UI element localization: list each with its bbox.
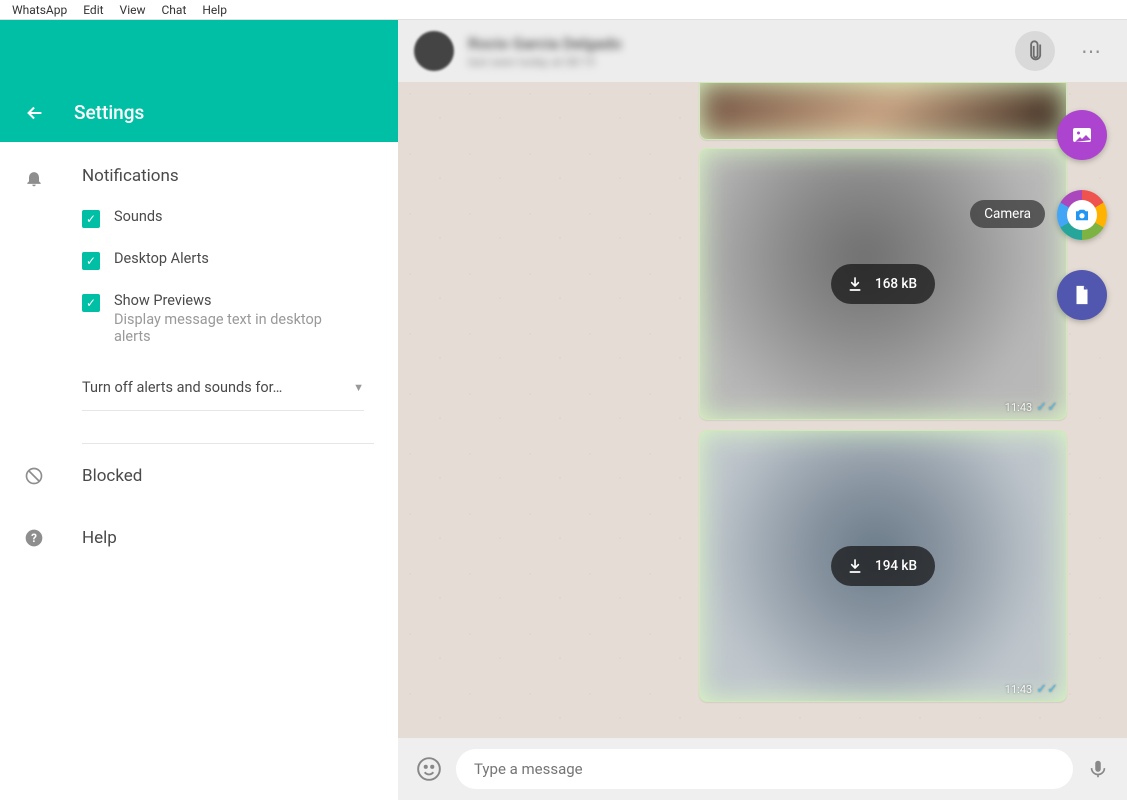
- settings-header: Settings: [0, 20, 398, 142]
- download-icon: [845, 274, 865, 294]
- show-previews-label: Show Previews: [114, 292, 354, 309]
- message-time: 11:43✓✓: [1005, 682, 1058, 697]
- download-button[interactable]: 194 kB: [831, 546, 935, 586]
- chevron-down-icon: ▼: [353, 381, 364, 394]
- menu-bar[interactable]: WhatsApp Edit View Chat Help: [0, 0, 1127, 20]
- download-button[interactable]: 168 kB: [831, 264, 935, 304]
- desktop-alerts-row[interactable]: ✓ Desktop Alerts: [82, 250, 374, 270]
- turnoff-dropdown[interactable]: Turn off alerts and sounds for… ▼: [82, 367, 364, 411]
- camera-tooltip: Camera: [970, 200, 1045, 228]
- contact-name: Rocio Garcia Delgado: [468, 34, 622, 53]
- turnoff-label: Turn off alerts and sounds for…: [82, 379, 282, 396]
- attach-camera-button[interactable]: [1057, 190, 1107, 240]
- help-label: Help: [82, 528, 117, 548]
- contact-info[interactable]: Rocio Garcia Delgado last seen today at …: [468, 34, 622, 69]
- paperclip-icon: [1019, 35, 1050, 66]
- file-size: 194 kB: [875, 558, 917, 574]
- contact-status: last seen today at 08:19: [468, 55, 622, 69]
- message-bubble[interactable]: 194 kB 11:43✓✓: [699, 430, 1067, 702]
- help-row[interactable]: ? Help: [0, 506, 398, 568]
- mic-button[interactable]: [1087, 758, 1109, 780]
- message-time: 11:43✓✓: [1005, 400, 1058, 415]
- chat-panel: Rocio Garcia Delgado last seen today at …: [398, 20, 1127, 800]
- menu-whatsapp[interactable]: WhatsApp: [4, 3, 75, 17]
- download-icon: [845, 556, 865, 576]
- emoji-button[interactable]: [416, 756, 442, 782]
- image-icon: [1070, 123, 1094, 147]
- show-previews-sub: Display message text in desktop alerts: [114, 311, 354, 345]
- help-icon: ?: [24, 528, 82, 548]
- more-button[interactable]: ⋯: [1073, 39, 1111, 63]
- input-bar: [398, 738, 1127, 800]
- chat-header: Rocio Garcia Delgado last seen today at …: [398, 20, 1127, 82]
- notifications-title: Notifications: [82, 166, 374, 186]
- chat-area[interactable]: 168 kB 11:43✓✓ 194 kB 11:43: [398, 82, 1127, 738]
- document-icon: [1071, 284, 1093, 306]
- file-size: 168 kB: [875, 276, 917, 292]
- menu-view[interactable]: View: [112, 3, 154, 17]
- blocked-icon: [24, 466, 82, 486]
- svg-text:?: ?: [31, 531, 37, 545]
- desktop-alerts-label: Desktop Alerts: [114, 250, 209, 267]
- desktop-alerts-checkbox[interactable]: ✓: [82, 252, 100, 270]
- attach-document-button[interactable]: [1057, 270, 1107, 320]
- notifications-section: Notifications ✓ Sounds ✓ Desktop Alerts …: [0, 166, 398, 411]
- message-bubble[interactable]: 168 kB 11:43✓✓: [699, 148, 1067, 420]
- settings-title: Settings: [74, 101, 144, 124]
- sounds-label: Sounds: [114, 208, 163, 225]
- message-input[interactable]: [456, 749, 1073, 789]
- contact-avatar[interactable]: [414, 31, 454, 71]
- blocked-row[interactable]: Blocked: [0, 444, 398, 506]
- menu-edit[interactable]: Edit: [75, 3, 111, 17]
- show-previews-checkbox[interactable]: ✓: [82, 294, 100, 312]
- message-bubble[interactable]: [699, 82, 1067, 140]
- menu-help[interactable]: Help: [194, 3, 235, 17]
- settings-panel: Settings Notifications ✓ Sounds ✓: [0, 20, 398, 800]
- menu-chat[interactable]: Chat: [154, 3, 195, 17]
- camera-icon: [1073, 206, 1091, 224]
- emoji-icon: [416, 756, 442, 782]
- show-previews-row[interactable]: ✓ Show Previews Display message text in …: [82, 292, 374, 345]
- read-ticks-icon: ✓✓: [1036, 682, 1058, 697]
- bell-icon: [24, 168, 82, 188]
- sounds-row[interactable]: ✓ Sounds: [82, 208, 374, 228]
- sounds-checkbox[interactable]: ✓: [82, 210, 100, 228]
- more-icon: ⋯: [1081, 39, 1103, 63]
- blocked-label: Blocked: [82, 466, 142, 486]
- back-button[interactable]: [24, 102, 46, 124]
- attach-gallery-button[interactable]: [1057, 110, 1107, 160]
- attach-button[interactable]: [1007, 23, 1064, 80]
- read-ticks-icon: ✓✓: [1036, 400, 1058, 415]
- mic-icon: [1087, 758, 1109, 780]
